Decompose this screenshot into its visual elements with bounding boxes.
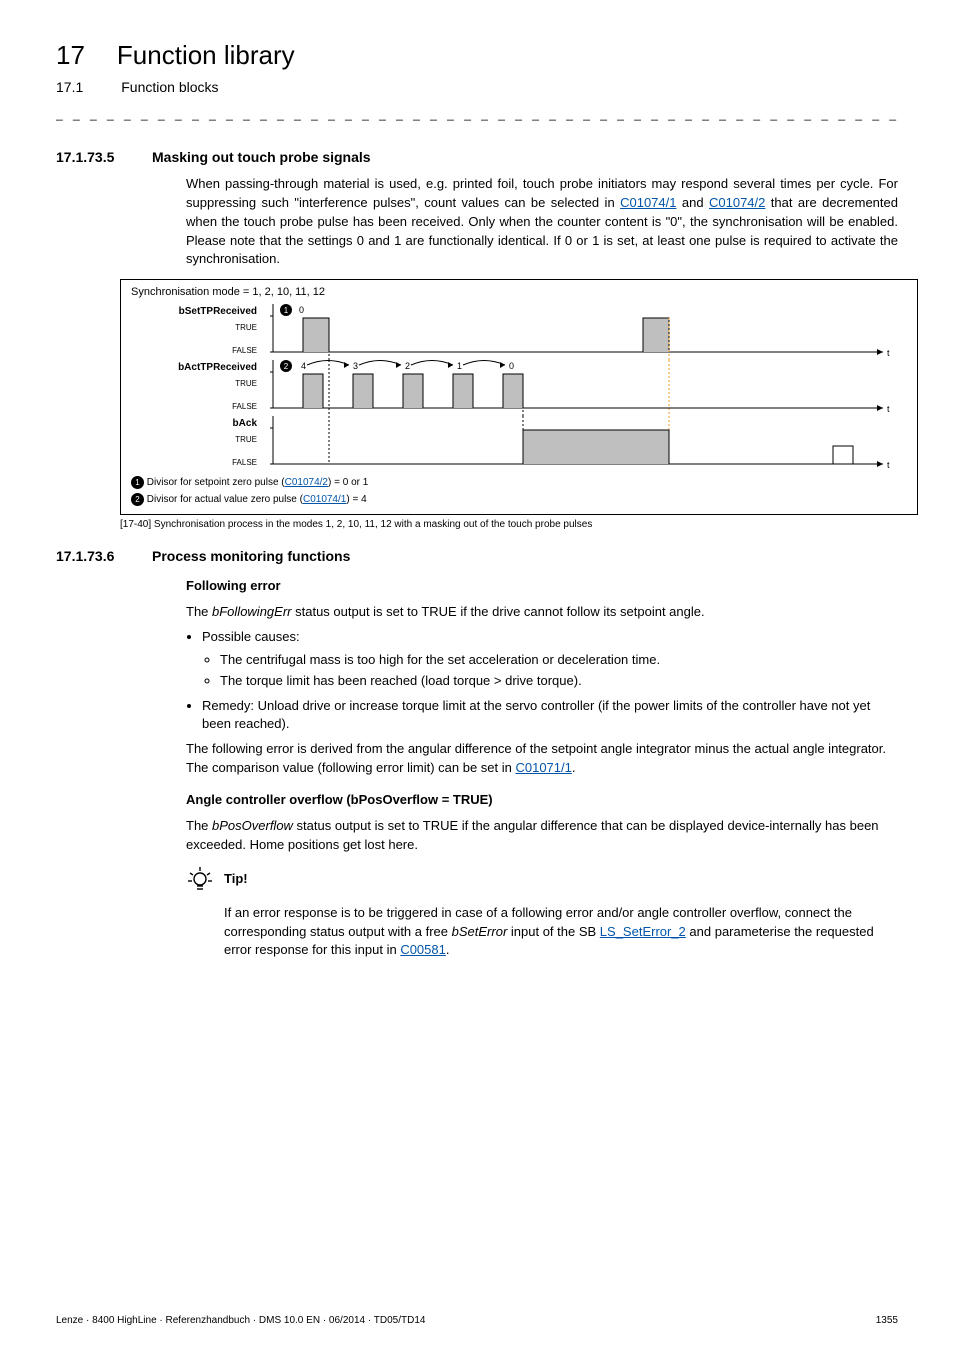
heading-title: Masking out touch probe signals (152, 149, 371, 165)
signal-waveform: t (267, 360, 907, 416)
svg-text:t: t (887, 460, 890, 470)
heading-title: Process monitoring functions (152, 548, 350, 564)
diagram-footnote: 1 Divisor for setpoint zero pulse (C0107… (131, 476, 907, 489)
link-c01071-1[interactable]: C01071/1 (515, 760, 571, 775)
level-true: TRUE (131, 435, 257, 444)
svg-text:0: 0 (509, 361, 514, 371)
footer-left: Lenze · 8400 HighLine · Referenzhandbuch… (56, 1315, 425, 1326)
chapter-number: 17 (56, 40, 85, 71)
paragraph: When passing-through material is used, e… (186, 175, 898, 269)
svg-text:t: t (887, 348, 890, 358)
signal-waveform: t 1 0 (267, 304, 907, 360)
level-true: TRUE (131, 379, 257, 388)
figure-caption: [17-40] Synchronisation process in the m… (120, 519, 898, 530)
diagram-footnote: 2 Divisor for actual value zero pulse (C… (131, 493, 907, 506)
tip-icon (186, 865, 214, 898)
heading-number: 17.1.73.5 (56, 149, 128, 165)
section-number: 17.1 (56, 79, 83, 95)
list-item: Remedy: Unload drive or increase torque … (202, 697, 898, 735)
link-c01074-2[interactable]: C01074/2 (709, 195, 765, 210)
signal-waveform: t (267, 416, 907, 472)
link-c01074-2[interactable]: C01074/2 (285, 477, 328, 488)
section-title: Function blocks (121, 79, 218, 95)
tip-label: Tip! (224, 865, 248, 886)
footer-page-number: 1355 (876, 1315, 898, 1326)
list-item: The torque limit has been reached (load … (220, 672, 898, 691)
heading-number: 17.1.73.6 (56, 548, 128, 564)
svg-text:0: 0 (299, 305, 304, 315)
chapter-title: Function library (117, 40, 295, 71)
paragraph: The following error is derived from the … (186, 740, 898, 778)
link-c01074-1[interactable]: C01074/1 (303, 494, 346, 505)
list-item: The centrifugal mass is too high for the… (220, 651, 898, 670)
level-false: FALSE (131, 458, 257, 467)
svg-text:1: 1 (457, 361, 462, 371)
svg-text:2: 2 (284, 362, 289, 371)
svg-text:2: 2 (405, 361, 410, 371)
signal-name: bSetTPReceived (131, 306, 257, 317)
svg-text:1: 1 (284, 306, 289, 315)
paragraph: The bPosOverflow status output is set to… (186, 817, 898, 855)
list-item: Possible causes: The centrifugal mass is… (202, 628, 898, 691)
run-in-heading: Following error (186, 578, 898, 593)
signal-name: bAck (131, 418, 257, 429)
diagram-title: Synchronisation mode = 1, 2, 10, 11, 12 (131, 286, 907, 298)
timing-diagram: Synchronisation mode = 1, 2, 10, 11, 12 … (120, 279, 918, 515)
run-in-heading: Angle controller overflow (bPosOverflow … (186, 792, 898, 807)
svg-text:4: 4 (301, 361, 306, 371)
level-false: FALSE (131, 402, 257, 411)
paragraph: The bFollowingErr status output is set t… (186, 603, 898, 622)
bullet-list: Possible causes: The centrifugal mass is… (186, 628, 898, 734)
link-c00581[interactable]: C00581 (400, 942, 446, 957)
level-true: TRUE (131, 323, 257, 332)
tip-body: If an error response is to be triggered … (224, 904, 898, 961)
signal-name: bActTPReceived (131, 362, 257, 373)
divider-dashes: _ _ _ _ _ _ _ _ _ _ _ _ _ _ _ _ _ _ _ _ … (56, 107, 898, 121)
svg-text:t: t (887, 404, 890, 414)
level-false: FALSE (131, 346, 257, 355)
link-c01074-1[interactable]: C01074/1 (620, 195, 676, 210)
svg-text:3: 3 (353, 361, 358, 371)
link-ls-seterror-2[interactable]: LS_SetError_2 (600, 924, 686, 939)
